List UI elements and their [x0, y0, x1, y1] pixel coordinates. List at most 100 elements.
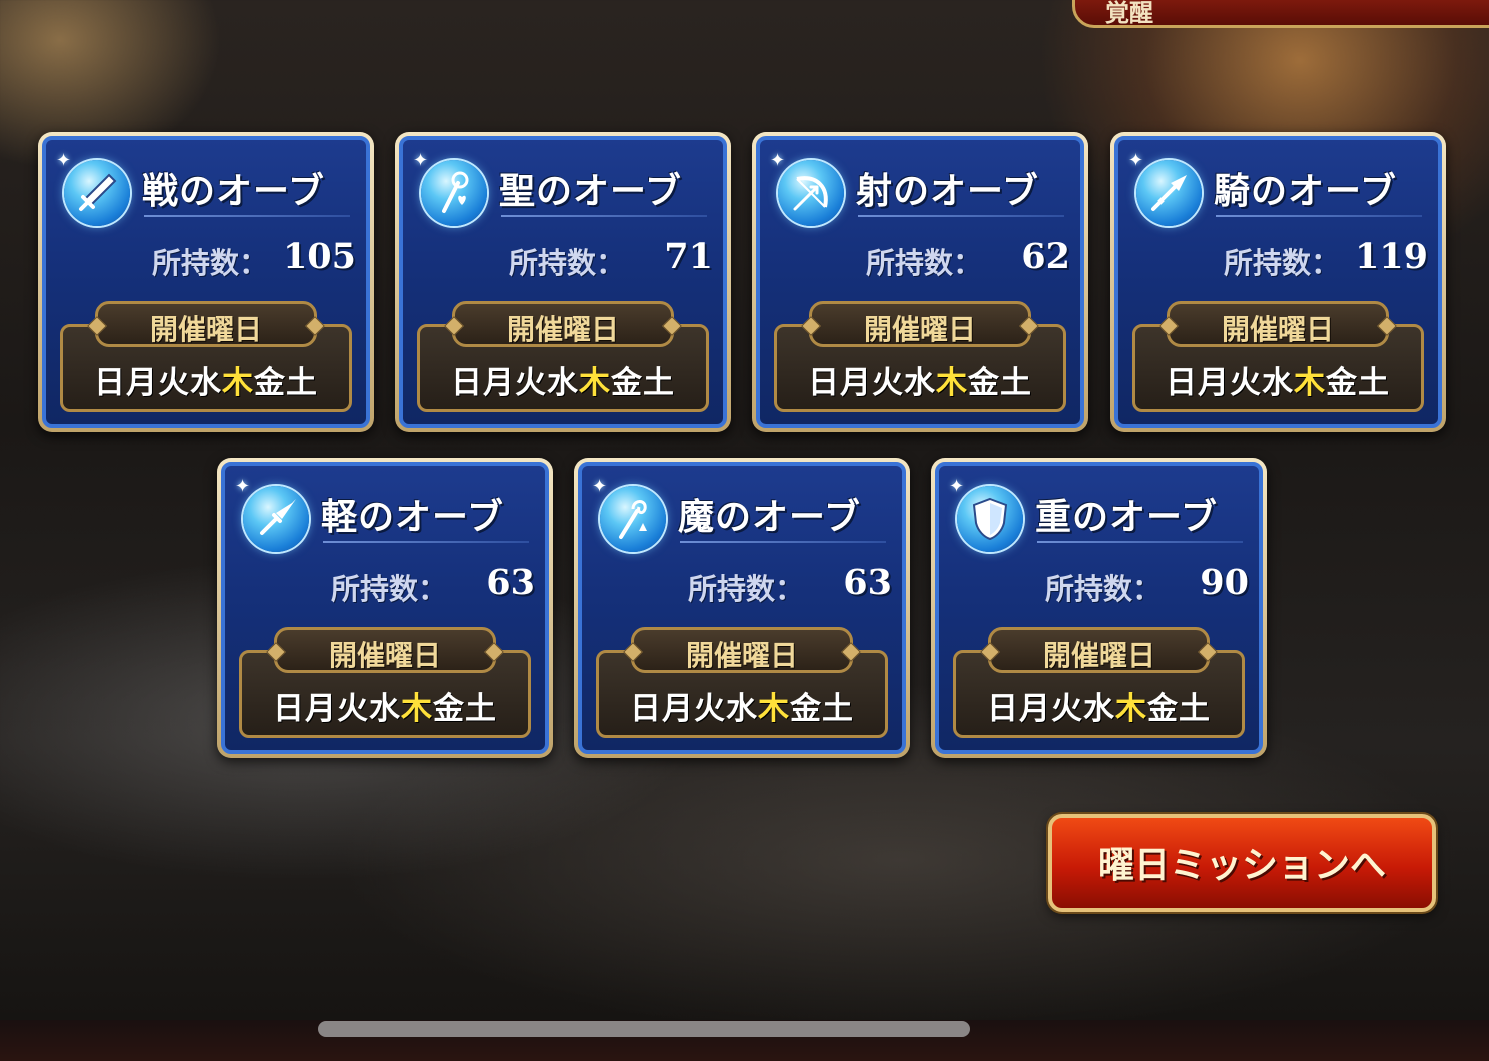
schedule-tag: 開催曜日	[980, 627, 1218, 673]
top-banner-text: 覚醒	[1105, 0, 1153, 27]
days-before: 日月火水	[451, 365, 579, 401]
sparkle-icon: ✦	[413, 150, 429, 171]
schedule-tag: 開催曜日	[801, 301, 1039, 347]
days-after: 金土	[968, 365, 1032, 401]
diamond-ornament	[662, 316, 682, 336]
days-before: 日月火水	[1166, 365, 1294, 401]
days-highlight: 木	[758, 691, 790, 727]
count-label: 所持数：	[509, 246, 626, 280]
top-banner: 覚醒	[1072, 0, 1489, 28]
schedule-days: 日月火水木金土	[420, 357, 706, 402]
days-before: 日月火水	[273, 691, 401, 727]
orb-card-panel: ✦ 戦のオーブ 所持数： 105 開催曜日 日月火水木金土	[42, 136, 370, 428]
count-value: 63	[843, 562, 892, 603]
orb-title: 聖のオーブ	[499, 171, 682, 212]
count-label: 所持数：	[866, 246, 983, 280]
orb-title: 軽のオーブ	[321, 497, 504, 538]
title-divider	[858, 215, 1064, 217]
schedule-days: 日月火水木金土	[63, 357, 349, 402]
count-value: 71	[664, 236, 713, 277]
count-label: 所持数：	[152, 246, 269, 280]
days-highlight: 木	[936, 365, 968, 401]
count-label: 所持数：	[1224, 246, 1341, 280]
schedule-box: 開催曜日 日月火水木金土	[60, 301, 352, 412]
orb-card[interactable]: ✦ 軽のオーブ 所持数： 63 開催曜日 日月火水木金土	[217, 458, 553, 758]
diamond-ornament	[305, 316, 325, 336]
schedule-days: 日月火水木金土	[242, 683, 528, 728]
schedule-box: 開催曜日 日月火水木金土	[596, 627, 888, 738]
title-divider	[323, 541, 529, 543]
schedule-title: 開催曜日	[1042, 639, 1155, 672]
orb-title: 戦のオーブ	[142, 171, 325, 212]
days-after: 金土	[611, 365, 675, 401]
schedule-title: 開催曜日	[328, 639, 441, 672]
orb-card[interactable]: ✦ 騎のオーブ 所持数： 119 開催曜日 日月火水木金土	[1110, 132, 1446, 432]
title-divider	[501, 215, 707, 217]
diamond-ornament	[87, 316, 107, 336]
diamond-ornament	[1019, 316, 1039, 336]
schedule-title: 開催曜日	[506, 313, 619, 346]
orb-card[interactable]: ✦ 射のオーブ 所持数： 62 開催曜日 日月火水木金土	[752, 132, 1088, 432]
schedule-title: 開催曜日	[149, 313, 262, 346]
schedule-box: 開催曜日 日月火水木金土	[774, 301, 1066, 412]
title-divider	[680, 541, 886, 543]
orb-card-panel: ✦ 軽のオーブ 所持数： 63 開催曜日 日月火水木金土	[221, 462, 549, 754]
sparkle-icon: ✦	[592, 476, 608, 497]
days-highlight: 木	[401, 691, 433, 727]
title-divider	[1037, 541, 1243, 543]
schedule-days: 日月火水木金土	[1135, 357, 1421, 402]
diamond-ornament	[801, 316, 821, 336]
days-after: 金土	[433, 691, 497, 727]
schedule-title: 開催曜日	[685, 639, 798, 672]
days-after: 金土	[254, 365, 318, 401]
schedule-tag: 開催曜日	[266, 627, 504, 673]
orb-card[interactable]: ✦ 魔のオーブ 所持数： 63 開催曜日 日月火水木金土	[574, 458, 910, 758]
orb-title: 重のオーブ	[1035, 497, 1218, 538]
schedule-days: 日月火水木金土	[956, 683, 1242, 728]
count-value: 90	[1200, 562, 1249, 603]
sparkle-icon: ✦	[235, 476, 251, 497]
schedule-days: 日月火水木金土	[777, 357, 1063, 402]
orb-card-panel: ✦ 聖のオーブ 所持数： 71 開催曜日 日月火水木金土	[399, 136, 727, 428]
orb-title: 射のオーブ	[856, 171, 1039, 212]
count-label: 所持数：	[688, 572, 805, 606]
schedule-box: 開催曜日 日月火水木金土	[417, 301, 709, 412]
orb-title: 騎のオーブ	[1214, 171, 1397, 212]
diamond-ornament	[266, 642, 286, 662]
diamond-ornament	[1198, 642, 1218, 662]
schedule-tag: 開催曜日	[87, 301, 325, 347]
schedule-tag: 開催曜日	[444, 301, 682, 347]
schedule-title: 開催曜日	[863, 313, 976, 346]
schedule-title: 開催曜日	[1221, 313, 1334, 346]
sparkle-icon: ✦	[56, 150, 72, 171]
schedule-box: 開催曜日 日月火水木金土	[1132, 301, 1424, 412]
title-divider	[144, 215, 350, 217]
schedule-box: 開催曜日 日月火水木金土	[239, 627, 531, 738]
days-before: 日月火水	[630, 691, 758, 727]
orb-card[interactable]: ✦ 重のオーブ 所持数： 90 開催曜日 日月火水木金土	[931, 458, 1267, 758]
diamond-ornament	[841, 642, 861, 662]
orb-card-panel: ✦ 重のオーブ 所持数： 90 開催曜日 日月火水木金土	[935, 462, 1263, 754]
days-highlight: 木	[579, 365, 611, 401]
count-value: 63	[486, 562, 535, 603]
home-indicator[interactable]	[318, 1021, 970, 1037]
daily-mission-button[interactable]: 曜日ミッションへ	[1048, 814, 1436, 912]
orb-card[interactable]: ✦ 聖のオーブ 所持数： 71 開催曜日 日月火水木金土	[395, 132, 731, 432]
orb-card[interactable]: ✦ 戦のオーブ 所持数： 105 開催曜日 日月火水木金土	[38, 132, 374, 432]
count-value: 62	[1021, 236, 1070, 277]
diamond-ornament	[980, 642, 1000, 662]
days-highlight: 木	[1294, 365, 1326, 401]
title-divider	[1216, 215, 1422, 217]
days-after: 金土	[1326, 365, 1390, 401]
diamond-ornament	[484, 642, 504, 662]
sparkle-icon: ✦	[1128, 150, 1144, 171]
days-before: 日月火水	[808, 365, 936, 401]
count-label: 所持数：	[1045, 572, 1162, 606]
days-after: 金土	[790, 691, 854, 727]
orb-card-panel: ✦ 騎のオーブ 所持数： 119 開催曜日 日月火水木金土	[1114, 136, 1442, 428]
count-value: 119	[1354, 236, 1428, 277]
schedule-tag: 開催曜日	[623, 627, 861, 673]
days-highlight: 木	[1115, 691, 1147, 727]
diamond-ornament	[1159, 316, 1179, 336]
orb-card-panel: ✦ 射のオーブ 所持数： 62 開催曜日 日月火水木金土	[756, 136, 1084, 428]
